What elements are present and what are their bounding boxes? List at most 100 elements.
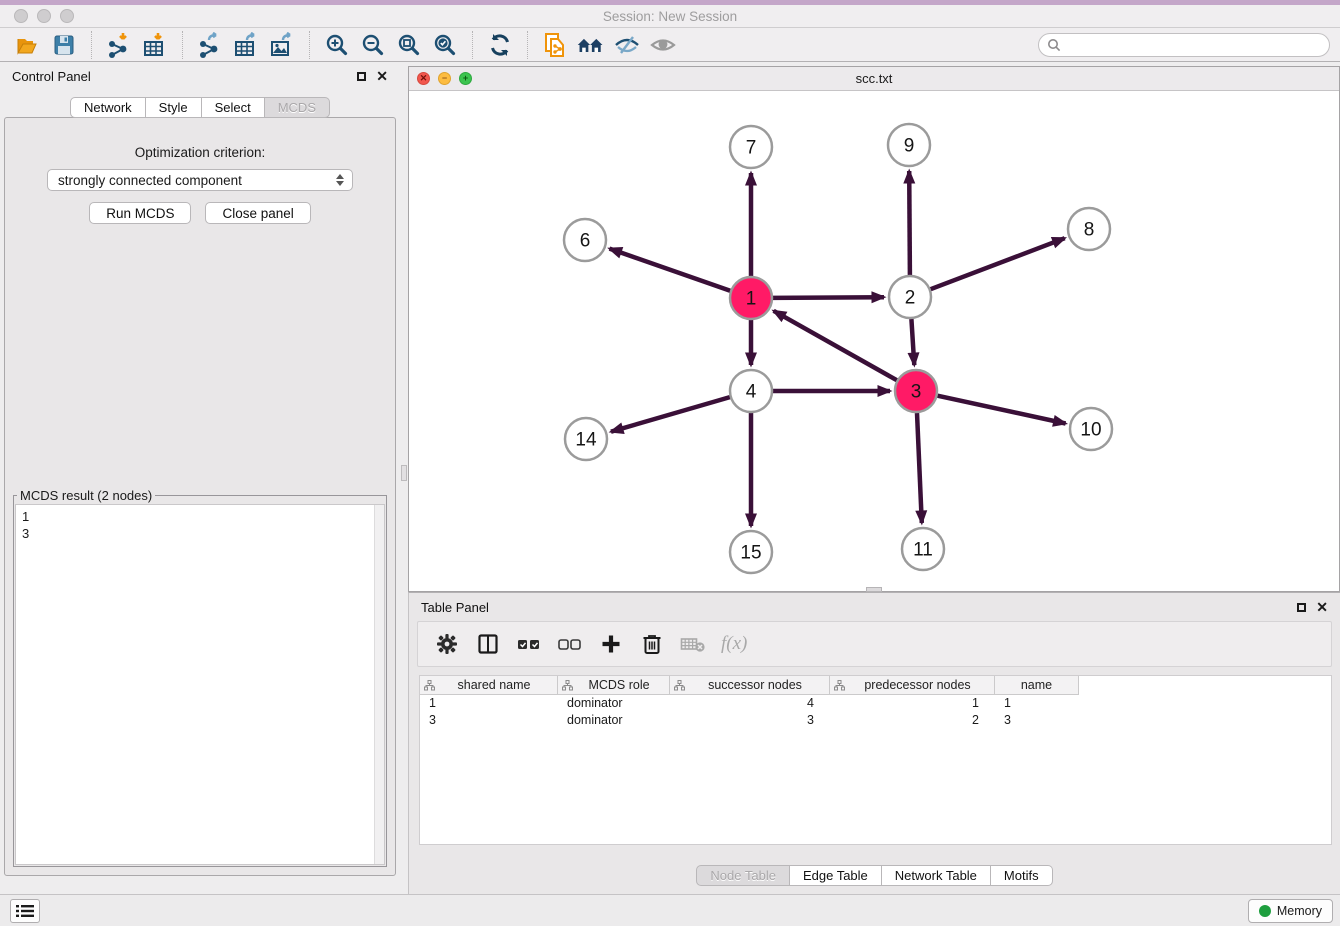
zoom-fit-icon[interactable] xyxy=(394,30,424,60)
network-canvas[interactable]: 1 2 3 4 6 7 8 9 10 11 14 15 xyxy=(409,91,1339,591)
zoom-in-icon[interactable] xyxy=(322,30,352,60)
deselect-all-rows-icon[interactable] xyxy=(557,631,583,657)
result-scrollbar[interactable] xyxy=(374,505,384,864)
mcds-result-list[interactable]: 1 3 xyxy=(15,504,385,865)
hierarchy-icon xyxy=(834,680,845,691)
graph-node-3[interactable]: 3 xyxy=(895,370,937,412)
vertical-splitter[interactable] xyxy=(400,62,408,894)
tab-mcds[interactable]: MCDS xyxy=(265,97,330,118)
close-table-panel-icon[interactable]: ✕ xyxy=(1316,600,1328,614)
tab-select[interactable]: Select xyxy=(202,97,265,118)
column-header-shared-name[interactable]: shared name xyxy=(420,676,558,695)
save-session-icon[interactable] xyxy=(49,30,79,60)
show-all-icon[interactable] xyxy=(648,30,678,60)
column-header-mcds-role[interactable]: MCDS role xyxy=(558,676,670,695)
export-image-icon[interactable] xyxy=(267,30,297,60)
cell-name[interactable]: 1 xyxy=(995,695,1079,712)
graph-edge-3-10[interactable] xyxy=(938,396,1066,424)
cell-mcds-role[interactable]: dominator xyxy=(558,695,670,712)
graph-edge-2-8[interactable] xyxy=(931,238,1065,289)
graph-edge-1-6[interactable] xyxy=(610,249,731,291)
cell-predecessor-nodes[interactable]: 1 xyxy=(830,695,995,712)
optimization-criterion-select[interactable]: strongly connected component xyxy=(47,169,353,191)
graph-edge-4-14[interactable] xyxy=(611,397,730,432)
tab-node-table[interactable]: Node Table xyxy=(696,865,790,886)
network-close-button[interactable]: ✕ xyxy=(417,72,430,85)
graph-node-15[interactable]: 15 xyxy=(730,531,772,573)
tab-style[interactable]: Style xyxy=(146,97,202,118)
graph-edge-3-11[interactable] xyxy=(917,413,922,523)
network-window-title: scc.txt xyxy=(409,71,1339,86)
table-settings-gear-icon[interactable] xyxy=(434,631,460,657)
graph-node-11[interactable]: 11 xyxy=(902,528,944,570)
cell-name[interactable]: 3 xyxy=(995,712,1079,729)
column-header-name[interactable]: name xyxy=(995,676,1079,695)
graph-node-6[interactable]: 6 xyxy=(564,219,606,261)
hide-selected-icon[interactable] xyxy=(612,30,642,60)
column-header-successor-nodes[interactable]: successor nodes xyxy=(670,676,830,695)
table-panel: Table Panel ✕ xyxy=(408,592,1340,894)
graph-node-14[interactable]: 14 xyxy=(565,418,607,460)
tab-edge-table[interactable]: Edge Table xyxy=(790,865,882,886)
export-network-icon[interactable] xyxy=(195,30,225,60)
task-history-button[interactable] xyxy=(10,899,40,923)
tab-network[interactable]: Network xyxy=(70,97,146,118)
import-network-icon[interactable] xyxy=(104,30,134,60)
node-table-header: shared name MCDS role successor nodes pr… xyxy=(420,676,1331,695)
duplicate-network-icon[interactable] xyxy=(540,30,570,60)
refresh-icon[interactable] xyxy=(485,30,515,60)
zoom-out-icon[interactable] xyxy=(358,30,388,60)
graph-edge-2-3[interactable] xyxy=(911,319,914,365)
cell-predecessor-nodes[interactable]: 2 xyxy=(830,712,995,729)
select-all-rows-icon[interactable] xyxy=(516,631,542,657)
network-zoom-button[interactable]: + xyxy=(459,72,472,85)
cell-successor-nodes[interactable]: 4 xyxy=(670,695,830,712)
close-panel-button[interactable]: Close panel xyxy=(205,202,310,224)
cell-successor-nodes[interactable]: 3 xyxy=(670,712,830,729)
first-neighbors-icon[interactable] xyxy=(576,30,606,60)
memory-button[interactable]: Memory xyxy=(1248,899,1333,923)
graph-edge-1-2[interactable] xyxy=(773,297,884,298)
maximize-window-button[interactable] xyxy=(60,9,74,23)
cell-shared-name[interactable]: 1 xyxy=(420,695,558,712)
node-table[interactable]: shared name MCDS role successor nodes pr… xyxy=(419,675,1332,845)
graph-node-9[interactable]: 9 xyxy=(888,124,930,166)
float-panel-icon[interactable] xyxy=(357,72,366,81)
table-row[interactable]: 1 dominator 4 1 1 xyxy=(420,695,1331,712)
delete-table-icon[interactable] xyxy=(680,631,706,657)
column-chooser-icon[interactable] xyxy=(475,631,501,657)
table-tabs: Node Table Edge Table Network Table Moti… xyxy=(409,865,1340,886)
tab-network-table[interactable]: Network Table xyxy=(882,865,991,886)
graph-node-2[interactable]: 2 xyxy=(889,276,931,318)
float-table-panel-icon[interactable] xyxy=(1297,603,1306,612)
zoom-selected-icon[interactable] xyxy=(430,30,460,60)
graph-edge-2-9[interactable] xyxy=(909,171,910,275)
splitter-grip[interactable] xyxy=(401,465,407,481)
search-input[interactable] xyxy=(1066,37,1321,54)
cell-shared-name[interactable]: 3 xyxy=(420,712,558,729)
graph-node-7[interactable]: 7 xyxy=(730,126,772,168)
toolbar-separator xyxy=(182,31,183,59)
add-column-icon[interactable] xyxy=(598,631,624,657)
column-header-predecessor-nodes[interactable]: predecessor nodes xyxy=(830,676,995,695)
table-row[interactable]: 3 dominator 3 2 3 xyxy=(420,712,1331,729)
close-panel-icon[interactable]: ✕ xyxy=(376,69,388,83)
graph-node-4[interactable]: 4 xyxy=(730,370,772,412)
tab-motifs[interactable]: Motifs xyxy=(991,865,1053,886)
minimize-window-button[interactable] xyxy=(37,9,51,23)
function-builder-icon[interactable]: f(x) xyxy=(721,633,747,655)
network-minimize-button[interactable]: − xyxy=(438,72,451,85)
close-window-button[interactable] xyxy=(14,9,28,23)
delete-column-icon[interactable] xyxy=(639,631,665,657)
graph-node-8[interactable]: 8 xyxy=(1068,208,1110,250)
graph-node-1[interactable]: 1 xyxy=(730,277,772,319)
cell-mcds-role[interactable]: dominator xyxy=(558,712,670,729)
import-table-icon[interactable] xyxy=(140,30,170,60)
search-field[interactable] xyxy=(1038,33,1330,57)
run-mcds-button[interactable]: Run MCDS xyxy=(89,202,191,224)
open-session-icon[interactable] xyxy=(13,30,43,60)
network-window-titlebar[interactable]: ✕ − + scc.txt xyxy=(409,67,1339,91)
export-table-icon[interactable] xyxy=(231,30,261,60)
graph-node-10[interactable]: 10 xyxy=(1070,408,1112,450)
graph-edge-3-1[interactable] xyxy=(774,311,897,380)
